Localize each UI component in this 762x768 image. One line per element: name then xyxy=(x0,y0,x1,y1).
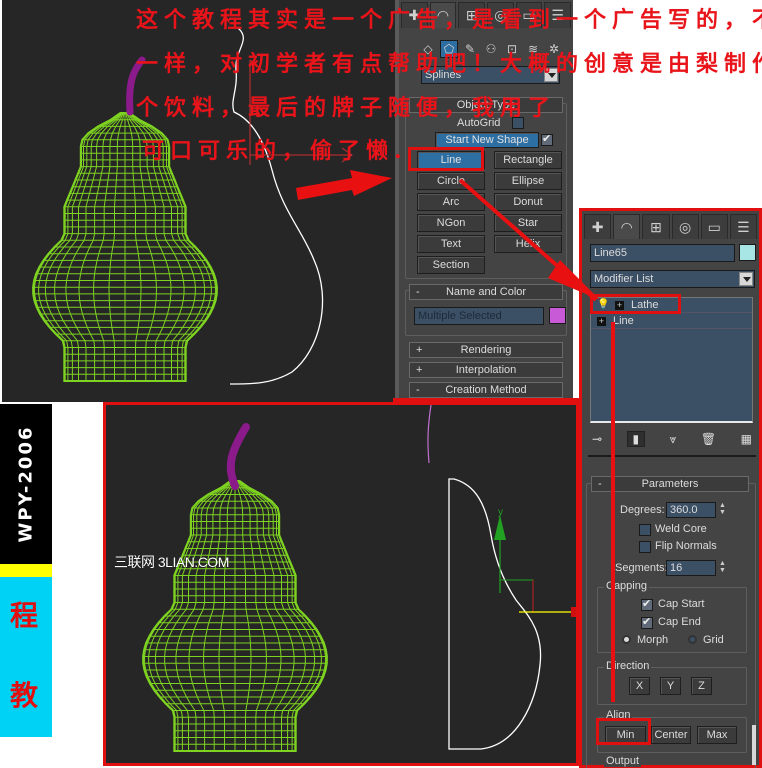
tutorial-text-line-4: 可口可乐的，偷了懒. xyxy=(142,138,408,164)
tutorial-text-line-2: 一样，对初学者有点帮助吧！大概的创意是由梨制作成一 xyxy=(136,51,762,77)
tutorial-text-line-3: 个饮料，最后的牌子随便，我用了 xyxy=(136,95,557,121)
tutorial-text-line-1: 这个教程其实是一个广告，是看到一个广告写的，不完全 xyxy=(136,7,762,33)
